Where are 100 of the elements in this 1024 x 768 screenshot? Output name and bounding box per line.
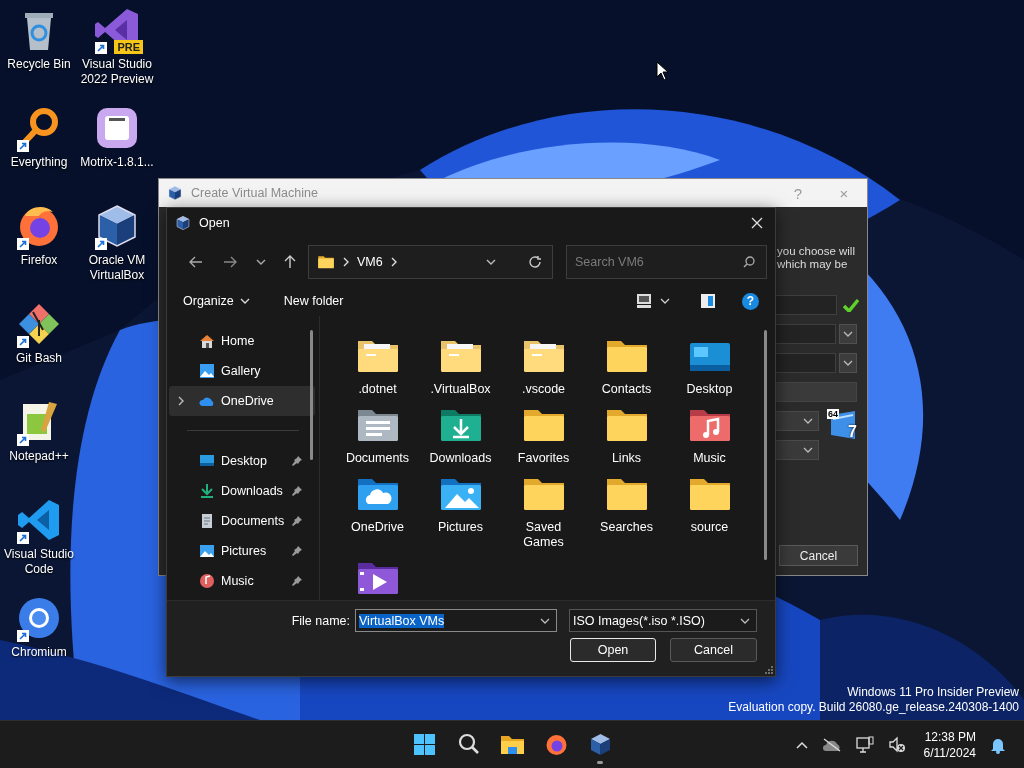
video-folder-icon[interactable] — [355, 560, 400, 596]
speaker-muted-icon[interactable] — [887, 735, 906, 754]
folder-label[interactable]: Documents — [338, 451, 417, 466]
search-field[interactable]: Search VM6 — [566, 245, 767, 279]
folder-label[interactable]: Saved Games — [504, 520, 583, 550]
folder-label[interactable]: Pictures — [421, 520, 500, 535]
folder-label[interactable]: Downloads — [421, 451, 500, 466]
folder-label[interactable]: OneDrive — [338, 520, 417, 535]
preview-pane-icon[interactable] — [700, 293, 716, 309]
new-folder-button[interactable]: New folder — [277, 292, 350, 310]
nav-item[interactable]: Music — [169, 566, 315, 596]
close-icon[interactable] — [751, 217, 763, 229]
arrow-left-icon[interactable] — [189, 256, 203, 268]
desktop-icon-label[interactable]: Everything — [0, 155, 78, 170]
nav-item[interactable]: Desktop — [169, 446, 315, 476]
folder-label[interactable]: Favorites — [504, 451, 583, 466]
desktop-icon-label[interactable]: Recycle Bin — [0, 57, 78, 72]
folder-icon[interactable] — [604, 476, 649, 512]
ribbon-logo-icon[interactable]: PRE — [93, 6, 141, 54]
organize-button[interactable]: Organize — [177, 292, 256, 310]
dialog-button[interactable]: Open — [570, 638, 656, 662]
dropdown-field[interactable] — [773, 440, 819, 460]
caret-icon — [803, 418, 813, 424]
nav-item[interactable]: Home — [169, 326, 315, 356]
file-name-label: File name: — [291, 613, 350, 628]
folder-icon[interactable] — [521, 338, 566, 374]
pin-icon[interactable] — [291, 515, 303, 527]
preview-badge: PRE — [114, 40, 143, 54]
desktop-icon-label[interactable]: Oracle VM VirtualBox — [78, 253, 156, 283]
folder-icon[interactable] — [687, 476, 732, 512]
pin-icon[interactable] — [291, 575, 303, 587]
folder-icon[interactable] — [521, 476, 566, 512]
nav-item[interactable]: Pictures — [169, 536, 315, 566]
desktop-icon-label[interactable]: Motrix-1.8.1... — [78, 155, 156, 170]
help-button[interactable]: ? — [742, 292, 759, 310]
dialog-button[interactable]: Cancel — [670, 638, 757, 662]
folder-label[interactable]: Links — [587, 451, 666, 466]
scroll-bar[interactable] — [310, 330, 313, 460]
description-text: you choose will — [776, 245, 856, 258]
folder-icon[interactable] — [604, 407, 649, 443]
pictures-folder-icon[interactable] — [438, 476, 483, 512]
file-type-dropdown[interactable]: ISO Images(*.iso *.ISO) — [569, 609, 757, 632]
folder-icon[interactable] — [604, 338, 649, 374]
folder-label[interactable]: Desktop — [670, 382, 749, 397]
caret-icon — [660, 298, 670, 304]
cloud-folder-icon[interactable] — [355, 476, 400, 512]
clock-time[interactable]: 12:38 PM — [924, 728, 976, 745]
documents-folder-icon[interactable] — [355, 407, 400, 443]
combo-field[interactable] — [773, 353, 836, 373]
folder-label[interactable]: .dotnet — [338, 382, 417, 397]
desktop-icon-label[interactable]: Chromium — [0, 645, 78, 660]
folder-icon[interactable] — [521, 407, 566, 443]
caret-icon — [540, 617, 550, 624]
desktop-icon-label[interactable]: Notepad++ — [0, 449, 78, 464]
dialog-title: Open — [199, 216, 230, 230]
pin-icon[interactable] — [291, 485, 303, 497]
nav-item[interactable]: Documents — [169, 506, 315, 536]
chevron-right-icon — [343, 257, 349, 267]
desktop-icon-label[interactable]: Visual Studio 2022 Preview — [78, 57, 156, 87]
pin-icon[interactable] — [291, 545, 303, 557]
network-icon[interactable] — [855, 735, 874, 754]
chevron-down-icon[interactable] — [486, 259, 496, 265]
desktop-icon-label[interactable]: Firefox — [0, 253, 78, 268]
downloads-folder-icon[interactable] — [438, 407, 483, 443]
clock-date[interactable]: 6/11/2024 — [923, 744, 976, 761]
folder-label[interactable]: Music — [670, 451, 749, 466]
music-folder-icon[interactable] — [687, 407, 732, 443]
pin-icon[interactable] — [291, 455, 303, 467]
chevron-up-icon[interactable] — [795, 740, 808, 749]
arrow-right-icon[interactable] — [223, 256, 237, 268]
chevron-right-icon — [390, 257, 397, 267]
dropdown-button[interactable] — [839, 353, 857, 373]
view-options-icon[interactable] — [636, 293, 652, 309]
windows-logo-icon[interactable] — [411, 732, 437, 757]
refresh-icon[interactable] — [528, 255, 542, 269]
cube-icon — [167, 185, 183, 201]
nav-item[interactable]: Gallery — [169, 356, 315, 386]
folder-icon[interactable] — [438, 338, 483, 374]
text-field[interactable] — [773, 295, 837, 315]
arrow-up-icon[interactable] — [284, 255, 296, 269]
folder-label[interactable]: source — [670, 520, 749, 535]
scroll-bar[interactable] — [764, 330, 767, 560]
folder-label[interactable]: Contacts — [587, 382, 666, 397]
dropdown-button[interactable] — [839, 324, 857, 344]
address-bar[interactable]: VM6 — [308, 245, 553, 279]
file-name-field[interactable]: VirtualBox VMs — [355, 609, 557, 632]
folder-label[interactable]: Searches — [587, 520, 666, 535]
dropdown-field[interactable] — [773, 411, 819, 431]
cloud-off-icon[interactable] — [821, 737, 842, 752]
combo-field[interactable] — [773, 324, 836, 344]
desktop-icon-label[interactable]: Git Bash — [0, 351, 78, 366]
folder-icon[interactable] — [355, 338, 400, 374]
cancel-button[interactable]: Cancel — [779, 545, 858, 566]
chevron-down-icon[interactable] — [256, 259, 266, 265]
search-icon — [743, 256, 755, 268]
nav-item[interactable]: Downloads — [169, 476, 315, 506]
folder-label[interactable]: .vscode — [504, 382, 583, 397]
nav-item[interactable]: OneDrive — [169, 386, 315, 416]
path-segment[interactable]: VM6 — [357, 255, 383, 269]
folder-label[interactable]: .VirtualBox — [421, 382, 500, 397]
